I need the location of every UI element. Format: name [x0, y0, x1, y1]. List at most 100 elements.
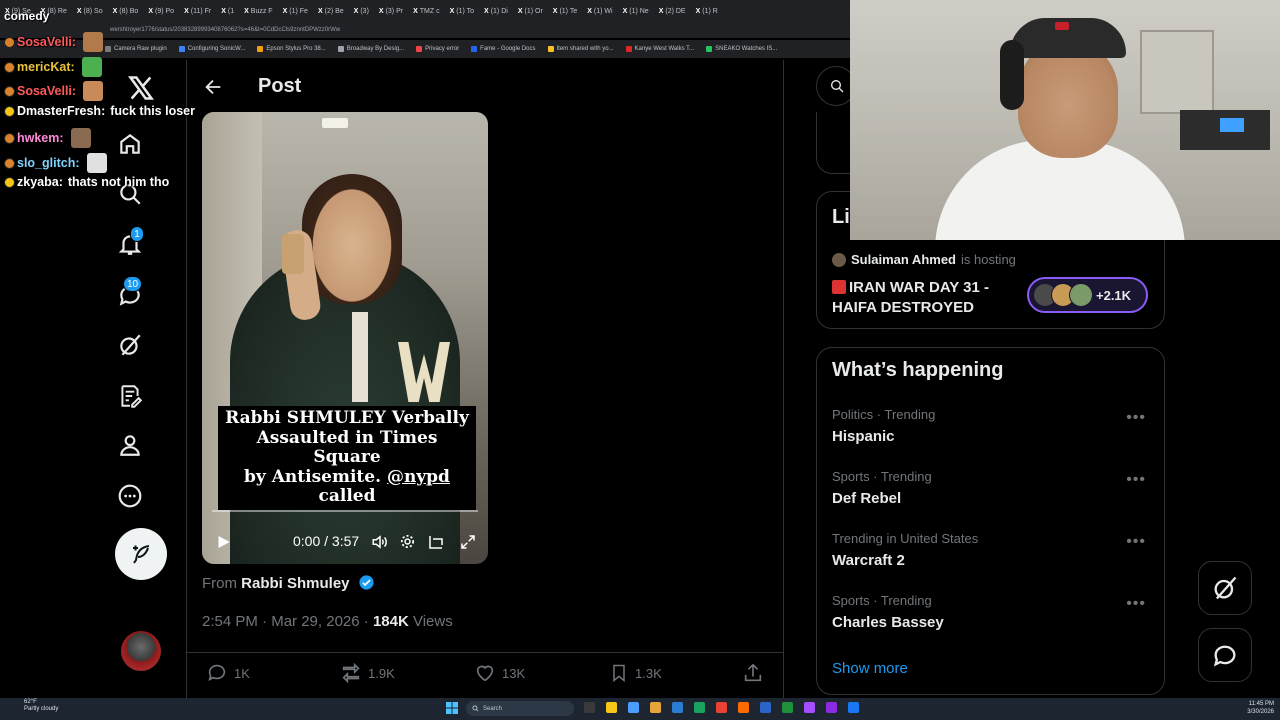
more-options-icon[interactable]: •••: [1126, 471, 1146, 489]
x-logo-icon[interactable]: [127, 74, 155, 102]
account-avatar[interactable]: [121, 631, 161, 671]
browser-tab[interactable]: X (1) Te: [548, 0, 582, 22]
browser-tab[interactable]: X Buzz F: [239, 0, 277, 22]
xbox-icon[interactable]: [782, 702, 793, 713]
browser-tab[interactable]: X (1) Fe: [278, 0, 313, 22]
task-view-icon[interactable]: [584, 702, 595, 713]
more-options-icon[interactable]: •••: [1126, 409, 1146, 427]
browser-tab[interactable]: X (8) Bo: [108, 0, 144, 22]
tab-label: (1) Te: [559, 7, 578, 15]
browser-tab[interactable]: X (11) Fr: [179, 0, 216, 22]
browser-tab[interactable]: X (1) R: [691, 0, 723, 22]
store-icon[interactable]: [694, 702, 705, 713]
weather-widget[interactable]: 62°F Partly cloudy: [24, 699, 58, 713]
nav-profile[interactable]: [116, 431, 144, 459]
browser-tab[interactable]: X (2) Be: [313, 0, 349, 22]
chat-username[interactable]: slo_glitch:: [17, 156, 80, 170]
bookmark-item[interactable]: Camera Raw plugin: [105, 46, 167, 52]
picture-in-picture-icon[interactable]: [427, 533, 445, 551]
zoom-icon[interactable]: [848, 702, 859, 713]
obs-icon[interactable]: [804, 702, 815, 713]
chat-username[interactable]: mericKat:: [17, 60, 75, 74]
vscode-icon[interactable]: [760, 702, 771, 713]
host-avatar: [832, 252, 846, 267]
browser-tab[interactable]: X (2) DE: [654, 0, 691, 22]
chat-username[interactable]: SosaVelli:: [17, 35, 76, 49]
bookmark-button[interactable]: 1.3K: [609, 662, 662, 684]
chrome-icon[interactable]: [716, 702, 727, 713]
trend-item[interactable]: Politics · Trending Hispanic •••: [832, 407, 1152, 445]
space-title[interactable]: IRAN WAR DAY 31 - HAIFA DESTROYED: [832, 278, 1022, 318]
browser-tab[interactable]: X (9) Po: [143, 0, 179, 22]
post-time[interactable]: 2:54 PM: [202, 613, 258, 630]
chat-username[interactable]: zkyaba:: [17, 175, 63, 189]
browser-tab[interactable]: X (8) So: [72, 0, 108, 22]
file-explorer-icon[interactable]: [606, 702, 617, 713]
bookmark-item[interactable]: Privacy error: [416, 46, 459, 52]
show-more-link[interactable]: Show more: [832, 660, 908, 677]
bookmark-item[interactable]: Epson Stylus Pro 38...: [257, 46, 326, 52]
browser-tab[interactable]: X (1) Wi: [582, 0, 617, 22]
source-author-link[interactable]: Rabbi Shmuley: [241, 575, 349, 592]
video-progress-bar[interactable]: [212, 510, 478, 512]
compose-post-button[interactable]: [115, 528, 167, 580]
chat-username[interactable]: DmasterFresh:: [17, 104, 105, 118]
edge-icon[interactable]: [628, 702, 639, 713]
chat-username[interactable]: SosaVelli:: [17, 84, 76, 98]
space-listeners-pill[interactable]: +2.1K: [1027, 277, 1148, 313]
fullscreen-icon[interactable]: [459, 533, 477, 551]
back-arrow-icon[interactable]: [202, 76, 224, 98]
mail-icon[interactable]: [672, 702, 683, 713]
browser-tab[interactable]: X (1) Ne: [618, 0, 654, 22]
bookmark-item[interactable]: Broadway By Desig...: [337, 46, 404, 52]
nav-home[interactable]: [116, 130, 144, 158]
play-icon[interactable]: [214, 533, 232, 551]
messages-floating-button[interactable]: [1198, 628, 1252, 682]
bookmark-item[interactable]: Item shared with yo...: [547, 46, 614, 52]
repost-icon: [342, 662, 360, 684]
caption-mention[interactable]: @nypd: [387, 467, 450, 487]
more-options-icon[interactable]: •••: [1126, 595, 1146, 613]
bookmark-item[interactable]: Fame - Google Docs: [471, 46, 536, 52]
browser-tab[interactable]: X (1: [216, 0, 239, 22]
browser-tab[interactable]: X (1) Di: [479, 0, 513, 22]
taskbar-search[interactable]: Search: [466, 701, 574, 716]
firefox-icon[interactable]: [738, 702, 749, 713]
nav-grok[interactable]: [116, 331, 144, 359]
browser-tab[interactable]: X (1) Or: [513, 0, 548, 22]
discord-icon[interactable]: [826, 702, 837, 713]
space-title-text: IRAN WAR DAY 31 - HAIFA DESTROYED: [832, 279, 990, 316]
chat-message: SosaVelli:: [4, 81, 104, 101]
share-button[interactable]: [742, 662, 764, 684]
bookmark-item[interactable]: Configuring SonicW...: [178, 46, 245, 52]
post-date[interactable]: Mar 29, 2026: [271, 613, 359, 630]
settings-gear-icon[interactable]: [399, 533, 416, 550]
repost-button[interactable]: 1.9K: [340, 662, 395, 684]
bookmark-favicon-icon: [105, 46, 111, 52]
browser-tab[interactable]: X (1) To: [445, 0, 479, 22]
nav-more[interactable]: [116, 482, 144, 510]
trend-item[interactable]: Sports · Trending Charles Bassey •••: [832, 593, 1152, 631]
windows-start-icon[interactable]: [446, 702, 458, 714]
address-bar[interactable]: wershtroyer1776/status/20383289993408760…: [0, 22, 850, 38]
browser-tab[interactable]: X (3): [349, 0, 374, 22]
volume-icon[interactable]: [371, 533, 389, 551]
feather-plus-icon: [133, 545, 150, 564]
messages-badge: 10: [123, 276, 143, 292]
browser-tab[interactable]: X TMZ c: [408, 0, 445, 22]
folder-icon[interactable]: [650, 702, 661, 713]
bookmark-favicon-icon: [416, 46, 423, 52]
bookmark-item[interactable]: Kanye West Walks T...: [625, 46, 694, 52]
trend-item[interactable]: Trending in United States Warcraft 2 •••: [832, 531, 1152, 569]
like-button[interactable]: 13K: [474, 662, 525, 684]
nav-lists[interactable]: [116, 382, 144, 410]
listener-avatar: [1069, 283, 1093, 307]
bookmark-item[interactable]: SNEAKO Watches IS...: [706, 46, 777, 52]
browser-tab[interactable]: X (3) Pr: [374, 0, 408, 22]
trend-item[interactable]: Sports · Trending Def Rebel •••: [832, 469, 1152, 507]
more-options-icon[interactable]: •••: [1126, 533, 1146, 551]
reply-button[interactable]: 1K: [206, 662, 250, 684]
chat-username[interactable]: hwkem:: [17, 131, 64, 145]
grok-floating-button[interactable]: [1198, 561, 1252, 615]
system-clock[interactable]: 11:45 PM 3/30/2026: [1232, 700, 1274, 716]
